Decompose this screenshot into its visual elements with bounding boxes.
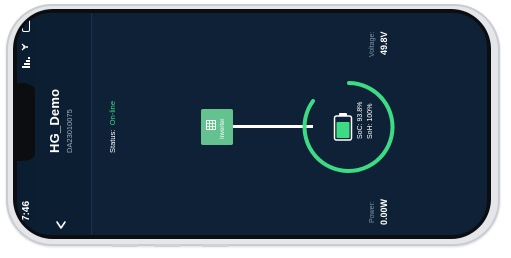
connection-status: Status: On-line (102, 101, 120, 153)
page-title: HG_Demo (47, 88, 62, 153)
power-value: 0.00W (379, 198, 389, 225)
soc-label: SoC: (357, 123, 364, 139)
inverter-node[interactable]: Inverter (201, 109, 233, 145)
soc-value: 93.8% (357, 101, 364, 122)
status-label: Status: (108, 129, 117, 153)
wifi-icon (21, 39, 31, 51)
battery-icon (333, 113, 353, 141)
app-header (35, 13, 92, 235)
voltage-value: 49.8V (379, 31, 389, 55)
soh-value: 100% (367, 103, 374, 122)
inverter-icon (206, 117, 216, 130)
volume-up-button (112, 244, 138, 247)
mute-switch (202, 244, 228, 247)
inverter-label: Inverter (220, 118, 226, 139)
soh-readout: SoH: 100% (367, 104, 374, 139)
device-serial: DA23010075 (65, 109, 74, 153)
volume-down-button (154, 244, 180, 247)
status-time: 7:46 (21, 200, 32, 221)
voltage-label: Voltage: (369, 31, 376, 57)
chevron-down-icon[interactable] (55, 218, 67, 230)
app-screen: 7:46 HG_Demo DA23010075 Status: On-line … (17, 13, 487, 235)
battery-outline-icon (22, 19, 30, 32)
soh-label: SoH: (367, 123, 374, 139)
signal-bars-icon (21, 55, 31, 68)
power-label: Power: (369, 201, 376, 223)
soc-readout: SoC: 93.8% (357, 102, 364, 139)
status-value: On-line (108, 101, 117, 126)
